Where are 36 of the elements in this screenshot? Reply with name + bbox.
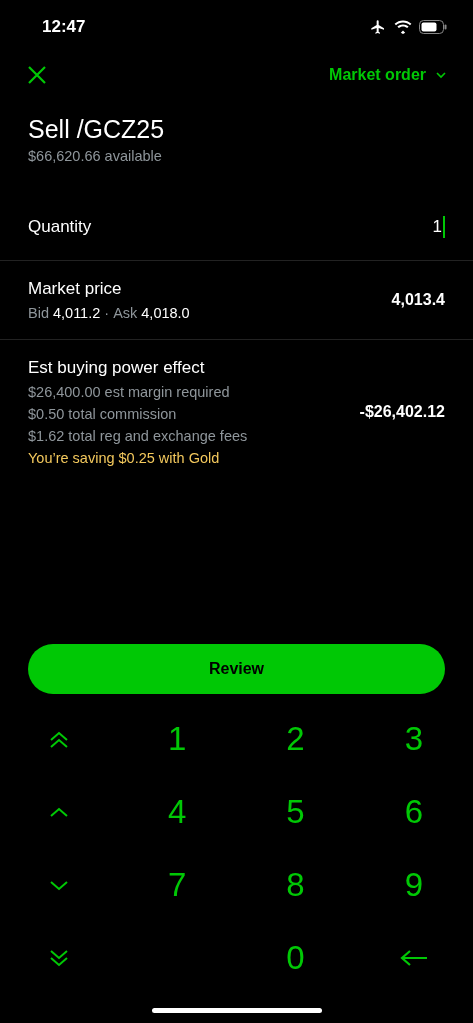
order-title: Sell /GCZ25 [28,114,166,144]
membership-saving-note: You’re saving $0.25 with Gold [28,450,221,466]
quantity-field[interactable]: 1 [432,216,445,238]
caret-icon [436,71,446,79]
market-price-value: 4,013.4 [391,291,445,309]
digit-key[interactable]: 0 [286,938,305,977]
airplane-icon [369,19,387,35]
digit-key[interactable]: 5 [286,792,305,831]
ask-value: 4,018.0 [141,305,190,321]
wifi-icon [394,20,412,34]
digit-key[interactable]: 2 [286,719,305,758]
quantity-label: Quantity [28,217,92,237]
battery-icon [419,20,447,34]
market-price-label: Market price [28,279,123,299]
buying-power-value: -$26,402.12 [359,403,445,421]
backspace-icon[interactable] [399,949,428,966]
buying-power-label: Est buying power effect [28,358,206,378]
digit-key[interactable]: 9 [404,865,423,904]
fee-detail: $0.50 total commission [28,406,178,422]
available-amount: $66,620.66 available [28,148,163,164]
status-time: 12:47 [42,17,86,37]
fee-detail: $26,400.00 est margin required [28,384,231,400]
digit-key[interactable]: 7 [168,865,187,904]
fee-detail: $1.62 total reg and exchange fees [28,428,248,444]
digit-key[interactable]: 6 [404,792,423,831]
digit-key[interactable]: 4 [168,792,187,831]
order-type-dropdown[interactable]: Market order [329,66,446,84]
separator-dot: · [104,305,110,321]
bid-value: 4,011.2 [52,305,101,321]
bid-label: Bid [28,305,49,321]
review-button[interactable]: Review [28,644,445,694]
ask-label: Ask [113,305,138,321]
close-icon[interactable] [28,66,46,84]
digit-key[interactable]: 8 [286,865,305,904]
digit-key[interactable]: 1 [168,719,187,758]
digit-key[interactable]: 3 [404,719,423,758]
